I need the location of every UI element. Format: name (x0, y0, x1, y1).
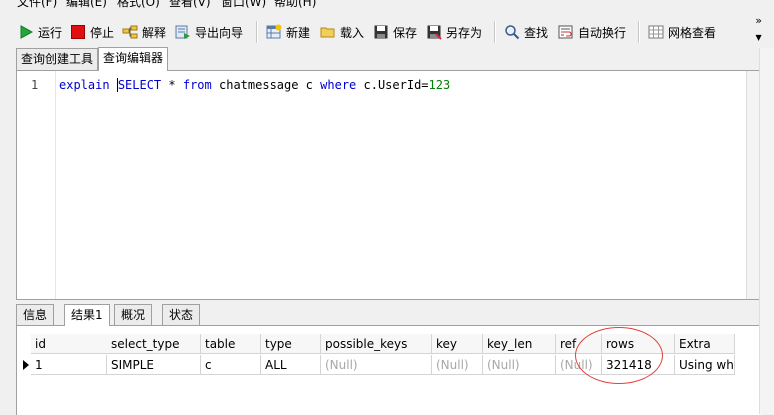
toolbar-separator (256, 21, 258, 43)
sql-editor[interactable]: 1 explain SELECT * from chatmessage c wh… (16, 70, 762, 300)
numeric-literal: 123 (428, 78, 451, 92)
menu-view[interactable]: 查看(V) (169, 0, 211, 10)
stop-button[interactable]: 停止 (70, 21, 114, 43)
save-icon (373, 24, 389, 40)
keyword-from: from (182, 78, 212, 92)
explain-icon (122, 24, 138, 40)
export-wizard-label: 导出向导 (195, 25, 244, 40)
table-cell[interactable]: SIMPLE (107, 355, 201, 375)
find-button[interactable]: 查找 (504, 21, 548, 43)
toolbar: 运行 停止 解释 导出向导 新建 载入 保存 另存为 查找 自动换行 网格查看 (0, 11, 774, 47)
keyword-explain: explain (59, 78, 110, 92)
word-wrap-label: 自动换行 (578, 25, 627, 40)
window-scrollbar[interactable] (759, 48, 774, 414)
select-star: * (161, 78, 183, 92)
stop-icon (70, 24, 86, 40)
load-button[interactable]: 载入 (320, 21, 364, 43)
menu-help[interactable]: 帮助(H) (274, 0, 316, 10)
menu-edit[interactable]: 编辑(E) (66, 0, 107, 10)
folder-icon (320, 24, 336, 40)
save-as-label: 另存为 (446, 25, 483, 40)
table-cell[interactable]: Using whe (675, 355, 735, 375)
explain-label: 解释 (142, 25, 167, 40)
word-wrap-button[interactable]: 自动换行 (558, 21, 626, 43)
load-label: 载入 (340, 25, 365, 40)
tab-profile[interactable]: 概况 (114, 304, 153, 326)
grid-view-label: 网格查看 (668, 25, 717, 40)
play-icon (18, 24, 34, 40)
run-label: 运行 (38, 25, 63, 40)
wrap-icon (558, 24, 574, 40)
run-button[interactable]: 运行 (18, 21, 62, 43)
column-header[interactable]: key (432, 334, 483, 354)
stop-label: 停止 (90, 25, 115, 40)
table-cell[interactable]: 1 (31, 355, 107, 375)
menu-format[interactable]: 格式(O) (117, 0, 160, 10)
column-header[interactable]: possible_keys (321, 334, 432, 354)
table-cell[interactable]: 321418 (602, 355, 675, 375)
column-header[interactable]: type (261, 334, 321, 354)
table-cell[interactable]: (Null) (321, 355, 432, 375)
tab-query-builder[interactable]: 查询创建工具 (16, 48, 99, 70)
export-icon (175, 24, 191, 40)
menu-file[interactable]: 文件(F) (17, 0, 57, 10)
save-label: 保存 (393, 25, 418, 40)
toolbar-separator (494, 21, 496, 43)
save-as-icon (426, 24, 442, 40)
export-wizard-button[interactable]: 导出向导 (175, 21, 243, 43)
keyword-select: SELECT (117, 78, 162, 92)
column-header[interactable]: rows (602, 334, 675, 354)
results-grid[interactable]: id select_type table type possible_keys … (16, 325, 761, 415)
table-cell[interactable]: (Null) (556, 355, 602, 375)
column-header[interactable]: Extra (675, 334, 735, 354)
tab-info[interactable]: 信息 (16, 304, 55, 326)
save-as-button[interactable]: 另存为 (426, 21, 482, 43)
toolbar-overflow-button[interactable]: » ▼ (755, 15, 762, 43)
new-icon (266, 24, 282, 40)
explain-button[interactable]: 解释 (122, 21, 166, 43)
keyword-where: where (320, 78, 357, 92)
current-row-indicator-icon (23, 360, 29, 370)
grid-icon (648, 24, 664, 40)
table-cell[interactable]: (Null) (432, 355, 483, 375)
search-icon (504, 24, 520, 40)
line-gutter: 1 (17, 71, 56, 299)
menu-window[interactable]: 窗口(W) (221, 0, 266, 10)
overflow-chevron-icon: » (755, 14, 762, 27)
menu-bar: 文件(F) 编辑(E) 格式(O) 查看(V) 窗口(W) 帮助(H) (0, 0, 774, 9)
tab-result1[interactable]: 结果1 (64, 304, 110, 326)
table-cell[interactable]: ALL (261, 355, 321, 375)
find-label: 查找 (524, 25, 549, 40)
sql-code-line[interactable]: explain SELECT * from chatmessage c wher… (59, 78, 450, 92)
column-header[interactable]: ref (556, 334, 602, 354)
tab-query-editor[interactable]: 查询编辑器 (98, 47, 169, 71)
column-header[interactable]: select_type (107, 334, 201, 354)
new-button[interactable]: 新建 (266, 21, 310, 43)
new-label: 新建 (286, 25, 311, 40)
toolbar-separator (638, 21, 640, 43)
grid-view-button[interactable]: 网格查看 (648, 21, 716, 43)
save-button[interactable]: 保存 (373, 21, 417, 43)
where-condition: c.UserId= (356, 78, 429, 92)
line-number: 1 (31, 78, 39, 92)
overflow-arrow-icon: ▼ (755, 33, 762, 42)
table-cell[interactable]: c (201, 355, 261, 375)
column-header[interactable]: key_len (483, 334, 556, 354)
table-cell[interactable]: (Null) (483, 355, 556, 375)
table-name: chatmessage c (211, 78, 321, 92)
tab-status[interactable]: 状态 (162, 304, 201, 326)
column-header[interactable]: table (201, 334, 261, 354)
